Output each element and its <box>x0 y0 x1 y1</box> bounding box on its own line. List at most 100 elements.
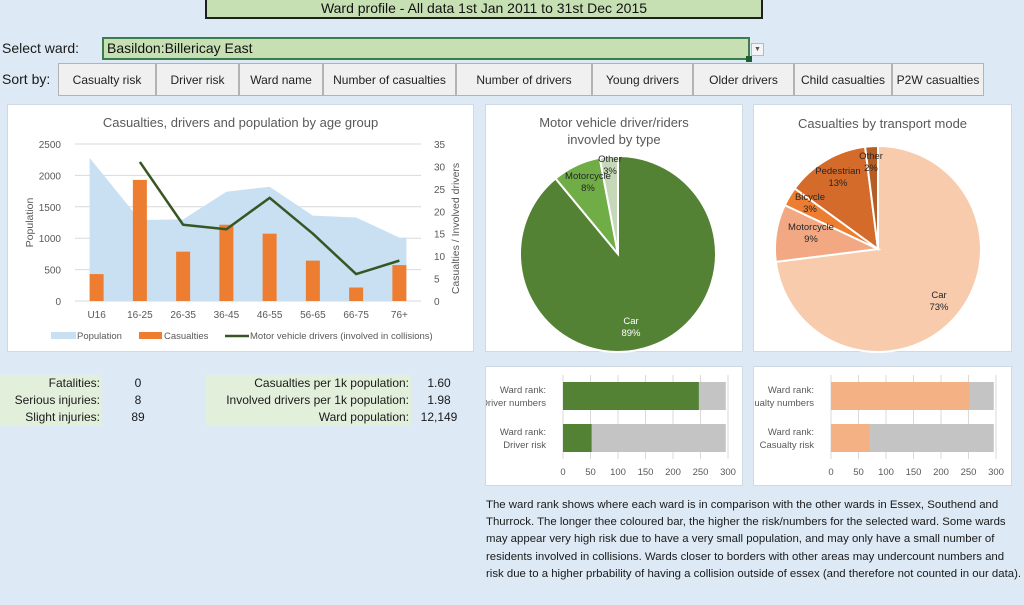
pie-label-value: 8% <box>581 183 595 194</box>
rank-category-label: Driver risk <box>503 440 546 451</box>
y-tick-label: 2500 <box>39 140 62 151</box>
casualty-bar <box>392 265 407 301</box>
stat-value: 8 <box>134 393 142 407</box>
stat-label: Ward population: <box>318 410 409 424</box>
rank-bar-value <box>831 382 970 410</box>
casualty-bar <box>89 274 104 301</box>
driver-type-pie-panel: Motor vehicle driver/riders invovled by … <box>485 104 743 353</box>
y2-tick-label: 30 <box>434 162 446 173</box>
pie-label-name: Pedestrian <box>815 166 860 177</box>
y2-tick-label: 0 <box>434 297 440 308</box>
rank-category-label: Ward rank: <box>500 385 546 396</box>
x-tick-label: 100 <box>878 467 894 478</box>
x-tick-label: 150 <box>638 467 654 478</box>
pie-label-name: Other <box>859 151 883 162</box>
rank-category-label: Ward rank: <box>768 427 814 438</box>
y-tick-label: 1000 <box>39 234 62 245</box>
x-tick-label: 0 <box>828 467 833 478</box>
pie-label-value: 13% <box>828 178 848 189</box>
pie-label-value: 3% <box>803 204 817 215</box>
sort-p2w-casualties-button[interactable]: P2W casualties <box>892 63 984 96</box>
x-tick-label: 56-65 <box>300 310 326 321</box>
sort-number-of-casualties-button[interactable]: Number of casualties <box>323 63 456 96</box>
driver-rank-chart: 0 50 100 150 200 250 300 Ward rank: Driver numbe… <box>486 375 736 478</box>
stat-label: Slight injuries: <box>25 410 100 424</box>
select-ward-label: Select ward: <box>2 40 80 56</box>
legend-casualties-label: Casualties <box>164 331 209 342</box>
x-tick-label: U16 <box>87 310 106 321</box>
x-tick-label: 300 <box>988 467 1004 478</box>
stat-label: Fatalities: <box>48 376 100 390</box>
y-tick-label: 1500 <box>39 203 62 214</box>
stat-label: Serious injuries: <box>14 393 100 407</box>
casualty-bar <box>219 224 234 301</box>
age-group-chart-panel: Casualties, drivers and population by ag… <box>7 104 474 352</box>
chevron-down-icon[interactable]: ▼ <box>751 43 764 56</box>
x-tick-label: 250 <box>961 467 977 478</box>
sort-by-label: Sort by: <box>2 71 51 87</box>
y2-tick-label: 35 <box>434 140 446 151</box>
rank-category-label: Ward rank: <box>768 385 814 396</box>
x-tick-label: 250 <box>693 467 709 478</box>
rank-category-label: Casualty risk <box>760 440 815 451</box>
transport-mode-pie-panel: Casualties by transport mode Car 73% Motor… <box>753 104 1012 353</box>
sort-driver-risk-button[interactable]: Driver risk <box>156 63 239 96</box>
x-tick-label: 46-55 <box>257 310 283 321</box>
y2-tick-label: 5 <box>434 275 440 286</box>
y-axis-title: Population <box>24 198 36 248</box>
sort-casualty-risk-button[interactable]: Casualty risk <box>58 63 156 96</box>
sort-number-of-drivers-button[interactable]: Number of drivers <box>456 63 592 96</box>
y2-tick-label: 20 <box>434 207 446 218</box>
x-tick-label: 200 <box>933 467 949 478</box>
ward-rank-explanation: The ward rank shows where each ward is i… <box>486 499 1022 580</box>
y2-tick-label: 25 <box>434 185 446 196</box>
casualty-bar <box>132 179 147 301</box>
sort-child-casualties-button[interactable]: Child casualties <box>794 63 892 96</box>
x-tick-label: 26-35 <box>170 310 196 321</box>
legend-population-label: Population <box>77 331 122 342</box>
rank-category-label: Ward rank: <box>500 427 546 438</box>
legend-population-swatch <box>51 332 76 339</box>
casualty-bar <box>349 287 364 301</box>
stat-value: 0 <box>134 376 142 390</box>
page-title: Ward profile - All data 1st Jan 2011 to … <box>205 0 763 19</box>
casualty-rank-chart: 0 50 100 150 200 250 300 Ward rank: Casualty num… <box>754 375 1004 478</box>
pie-label-value: 73% <box>929 302 949 313</box>
rank-bar-value <box>563 424 592 452</box>
ward-select-input[interactable]: Basildon:Billericay East <box>102 37 752 62</box>
x-tick-label: 66-75 <box>343 310 369 321</box>
y2-tick-label: 10 <box>434 252 446 263</box>
x-tick-label: 16-25 <box>127 310 153 321</box>
pie-label-name: Car <box>623 316 638 327</box>
pie-label-name: Other <box>598 154 622 165</box>
x-tick-label: 0 <box>560 467 565 478</box>
sort-young-drivers-button[interactable]: Young drivers <box>592 63 693 96</box>
x-tick-label: 50 <box>853 467 864 478</box>
casualty-bar <box>262 233 277 301</box>
pie-label-value: 2% <box>864 163 878 174</box>
legend-casualties-swatch <box>139 332 162 339</box>
casualty-bar <box>176 251 191 301</box>
rank-category-label: Driver numbers <box>486 398 546 409</box>
transport-mode-pie: Car73% Motorcycle9% Bicycle3% Pedestrian13%… <box>774 144 982 353</box>
pie-label-value: 89% <box>621 328 641 339</box>
driver-type-pie: Car89%Motorcycle8%Other3% <box>519 154 717 353</box>
legend-drivers-label: Motor vehicle drivers (involved in colli… <box>250 331 433 342</box>
x-tick-label: 50 <box>585 467 596 478</box>
driver-rank-chart-panel: 0 50 100 150 200 250 300 Ward rank: Driver numbe… <box>485 366 743 486</box>
pie-label-name: Car <box>931 290 946 301</box>
y2-axis-title: Casualties / Involved drivers <box>450 163 462 294</box>
x-tick-label: 150 <box>906 467 922 478</box>
y-tick-label: 2000 <box>39 171 62 182</box>
casualty-rank-chart-panel: 0 50 100 150 200 250 300 Ward rank: Casualty num… <box>753 366 1012 486</box>
stat-value: 89 <box>131 410 145 424</box>
stat-label: Involved drivers per 1k population: <box>226 393 409 407</box>
x-tick-label: 36-45 <box>214 310 240 321</box>
stat-value: 12,149 <box>420 410 458 424</box>
x-tick-label: 200 <box>665 467 681 478</box>
stat-value: 1.98 <box>427 393 451 407</box>
sort-older-drivers-button[interactable]: Older drivers <box>693 63 794 96</box>
pie-label-name: Motorcycle <box>788 222 834 233</box>
x-tick-label: 76+ <box>391 310 408 321</box>
sort-ward-name-button[interactable]: Ward name <box>239 63 323 96</box>
